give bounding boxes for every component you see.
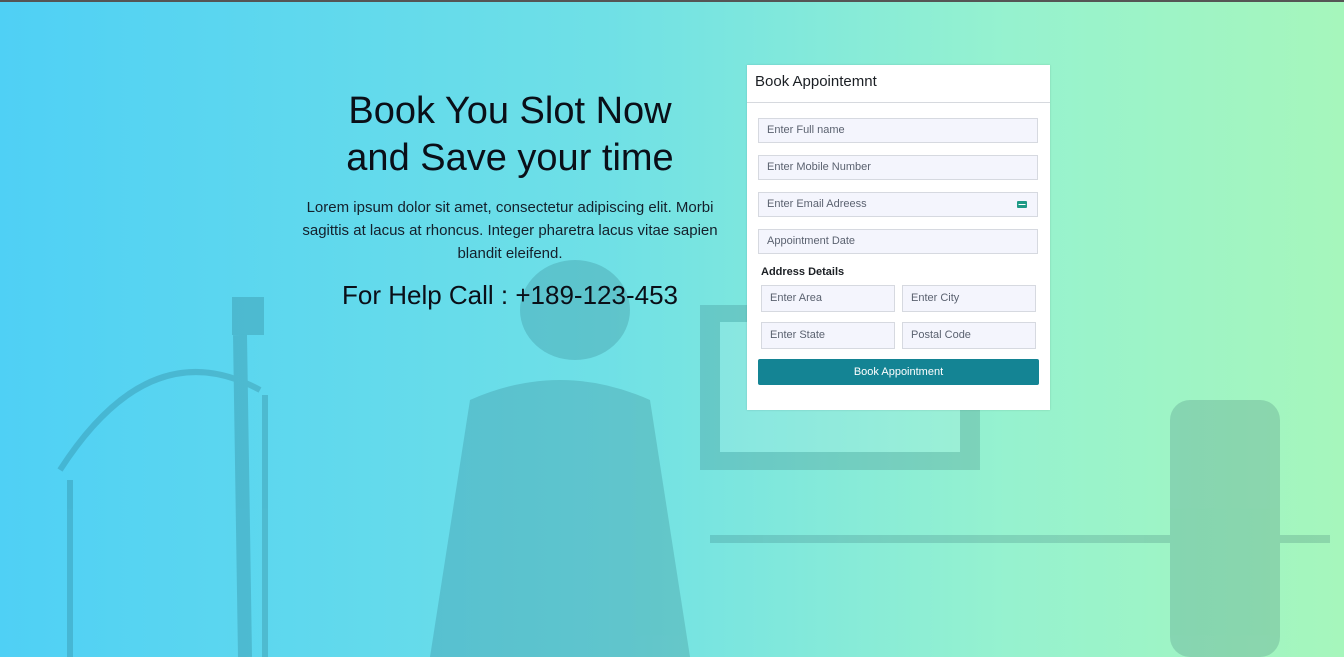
email-input[interactable]: Enter Email Adreess — [758, 192, 1038, 217]
full-name-input[interactable]: Enter Full name — [758, 118, 1038, 143]
booking-form-card: Book Appointemnt Enter Full name Enter M… — [747, 65, 1050, 410]
hero-title-line2: and Save your time — [346, 137, 674, 179]
form-title: Book Appointemnt — [747, 65, 1050, 103]
address-details-label: Address Details — [761, 266, 845, 278]
envelope-icon — [1017, 201, 1027, 208]
appointment-date-input[interactable]: Appointment Date — [758, 229, 1038, 254]
city-input[interactable]: Enter City — [902, 285, 1036, 312]
book-appointment-button[interactable]: Book Appointment — [758, 359, 1039, 385]
state-input[interactable]: Enter State — [761, 322, 895, 349]
area-input[interactable]: Enter Area — [761, 285, 895, 312]
postal-code-input[interactable]: Postal Code — [902, 322, 1036, 349]
hero-title: Book You Slot Now and Save your time — [300, 88, 720, 182]
help-phone: For Help Call : +189-123-453 — [341, 280, 679, 310]
hero-title-line1: Book You Slot Now — [348, 90, 672, 132]
hero-section: Book You Slot Now and Save your time Lor… — [300, 88, 720, 311]
mobile-number-input[interactable]: Enter Mobile Number — [758, 155, 1038, 180]
hero-description: Lorem ipsum dolor sit amet, consectetur … — [302, 199, 718, 262]
email-input-placeholder: Enter Email Adreess — [767, 198, 867, 210]
